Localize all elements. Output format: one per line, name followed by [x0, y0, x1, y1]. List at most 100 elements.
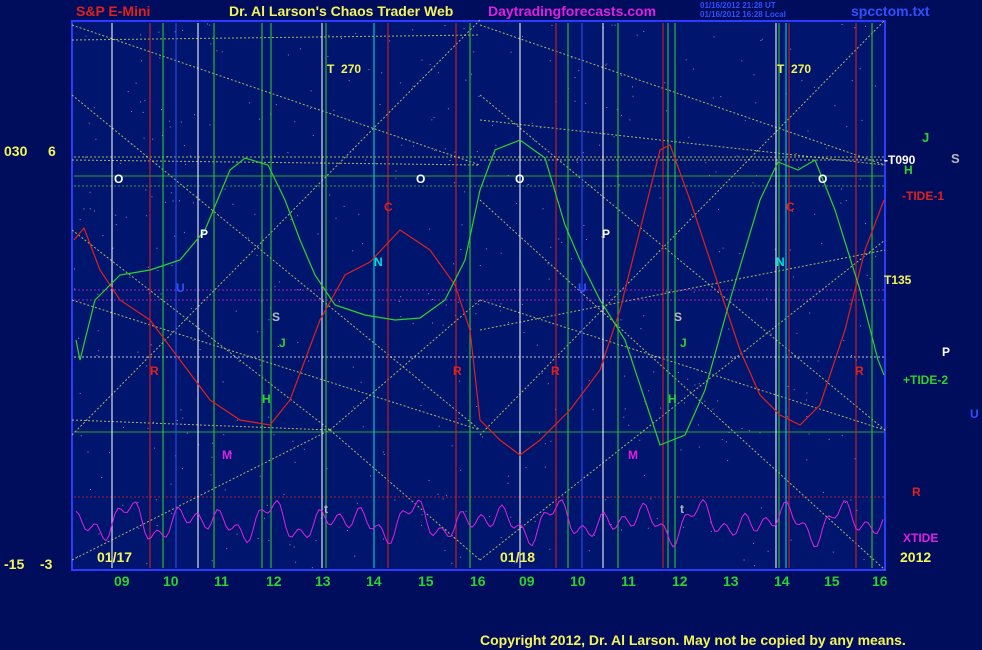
star [620, 529, 622, 531]
star [369, 475, 371, 477]
star [93, 107, 95, 109]
star [296, 289, 298, 291]
star [210, 43, 212, 45]
planet-marker: N [776, 255, 785, 269]
star [362, 243, 364, 245]
star [610, 523, 612, 525]
star [287, 152, 289, 153]
star [521, 303, 523, 305]
star [713, 36, 715, 38]
star [492, 124, 493, 126]
star [585, 102, 587, 104]
star [295, 561, 297, 563]
star [643, 474, 645, 476]
star [875, 255, 877, 257]
top-marker-t1: T 270 [327, 63, 361, 75]
star [94, 210, 95, 212]
star [389, 40, 391, 42]
star [500, 537, 502, 538]
star [736, 155, 738, 157]
star [588, 379, 590, 381]
star [691, 214, 692, 216]
star [183, 231, 185, 233]
star [432, 299, 434, 300]
star [186, 432, 188, 434]
star [147, 266, 149, 268]
star [465, 510, 467, 512]
planet-marker: S [674, 310, 683, 324]
planet-marker: P [200, 227, 209, 241]
star [432, 322, 433, 324]
star [394, 499, 396, 501]
star [236, 419, 238, 421]
star [752, 182, 754, 184]
star [461, 224, 463, 226]
star [138, 527, 140, 529]
star [115, 224, 117, 226]
star [362, 426, 364, 428]
star [715, 171, 717, 173]
star [97, 330, 99, 332]
star [160, 293, 162, 295]
star [152, 138, 154, 140]
planet-marker: C [786, 200, 795, 214]
star [755, 102, 757, 104]
star [817, 360, 819, 362]
star [102, 235, 104, 236]
star [725, 441, 727, 443]
star [317, 233, 319, 235]
star [401, 144, 403, 146]
planet-marker: O [114, 172, 124, 186]
star [606, 107, 608, 108]
star [628, 424, 630, 426]
data-filename: spcctom.txt [851, 3, 930, 19]
star [540, 127, 542, 129]
star [438, 425, 440, 427]
star [108, 452, 110, 454]
series-label-tide2: +TIDE-2 [903, 373, 949, 387]
star [860, 325, 861, 327]
series-label-tide1: -TIDE-1 [902, 189, 944, 203]
star [343, 205, 345, 207]
star [259, 365, 261, 367]
star [338, 301, 340, 303]
star [226, 548, 228, 550]
star [582, 152, 584, 154]
star [354, 555, 356, 557]
star [571, 258, 573, 260]
star [289, 544, 291, 546]
star [74, 288, 76, 290]
star [185, 163, 187, 165]
star [849, 303, 851, 305]
star [705, 162, 707, 164]
star [471, 73, 472, 75]
star [170, 483, 172, 485]
planet-marker: t [680, 502, 684, 516]
star [224, 489, 226, 491]
star [536, 344, 538, 346]
star [90, 489, 91, 490]
right-label-r: R [912, 485, 921, 499]
star [643, 31, 645, 32]
star [639, 439, 641, 441]
star [398, 300, 400, 302]
x-hour-tick: 11 [621, 573, 636, 589]
star [182, 29, 184, 31]
planet-marker: M [222, 448, 232, 462]
timestamp-local: 01/16/2012 16:28 Local [700, 10, 786, 19]
star [153, 421, 155, 423]
star [854, 27, 856, 29]
star [761, 507, 763, 509]
star [264, 517, 266, 519]
planet-marker: P [602, 227, 611, 241]
star [745, 350, 747, 352]
star [437, 493, 439, 495]
star [741, 60, 743, 62]
star [477, 303, 479, 305]
star [355, 33, 357, 34]
star [146, 365, 148, 367]
star [348, 80, 350, 82]
star [360, 381, 362, 383]
star [174, 235, 176, 237]
star [179, 200, 180, 202]
